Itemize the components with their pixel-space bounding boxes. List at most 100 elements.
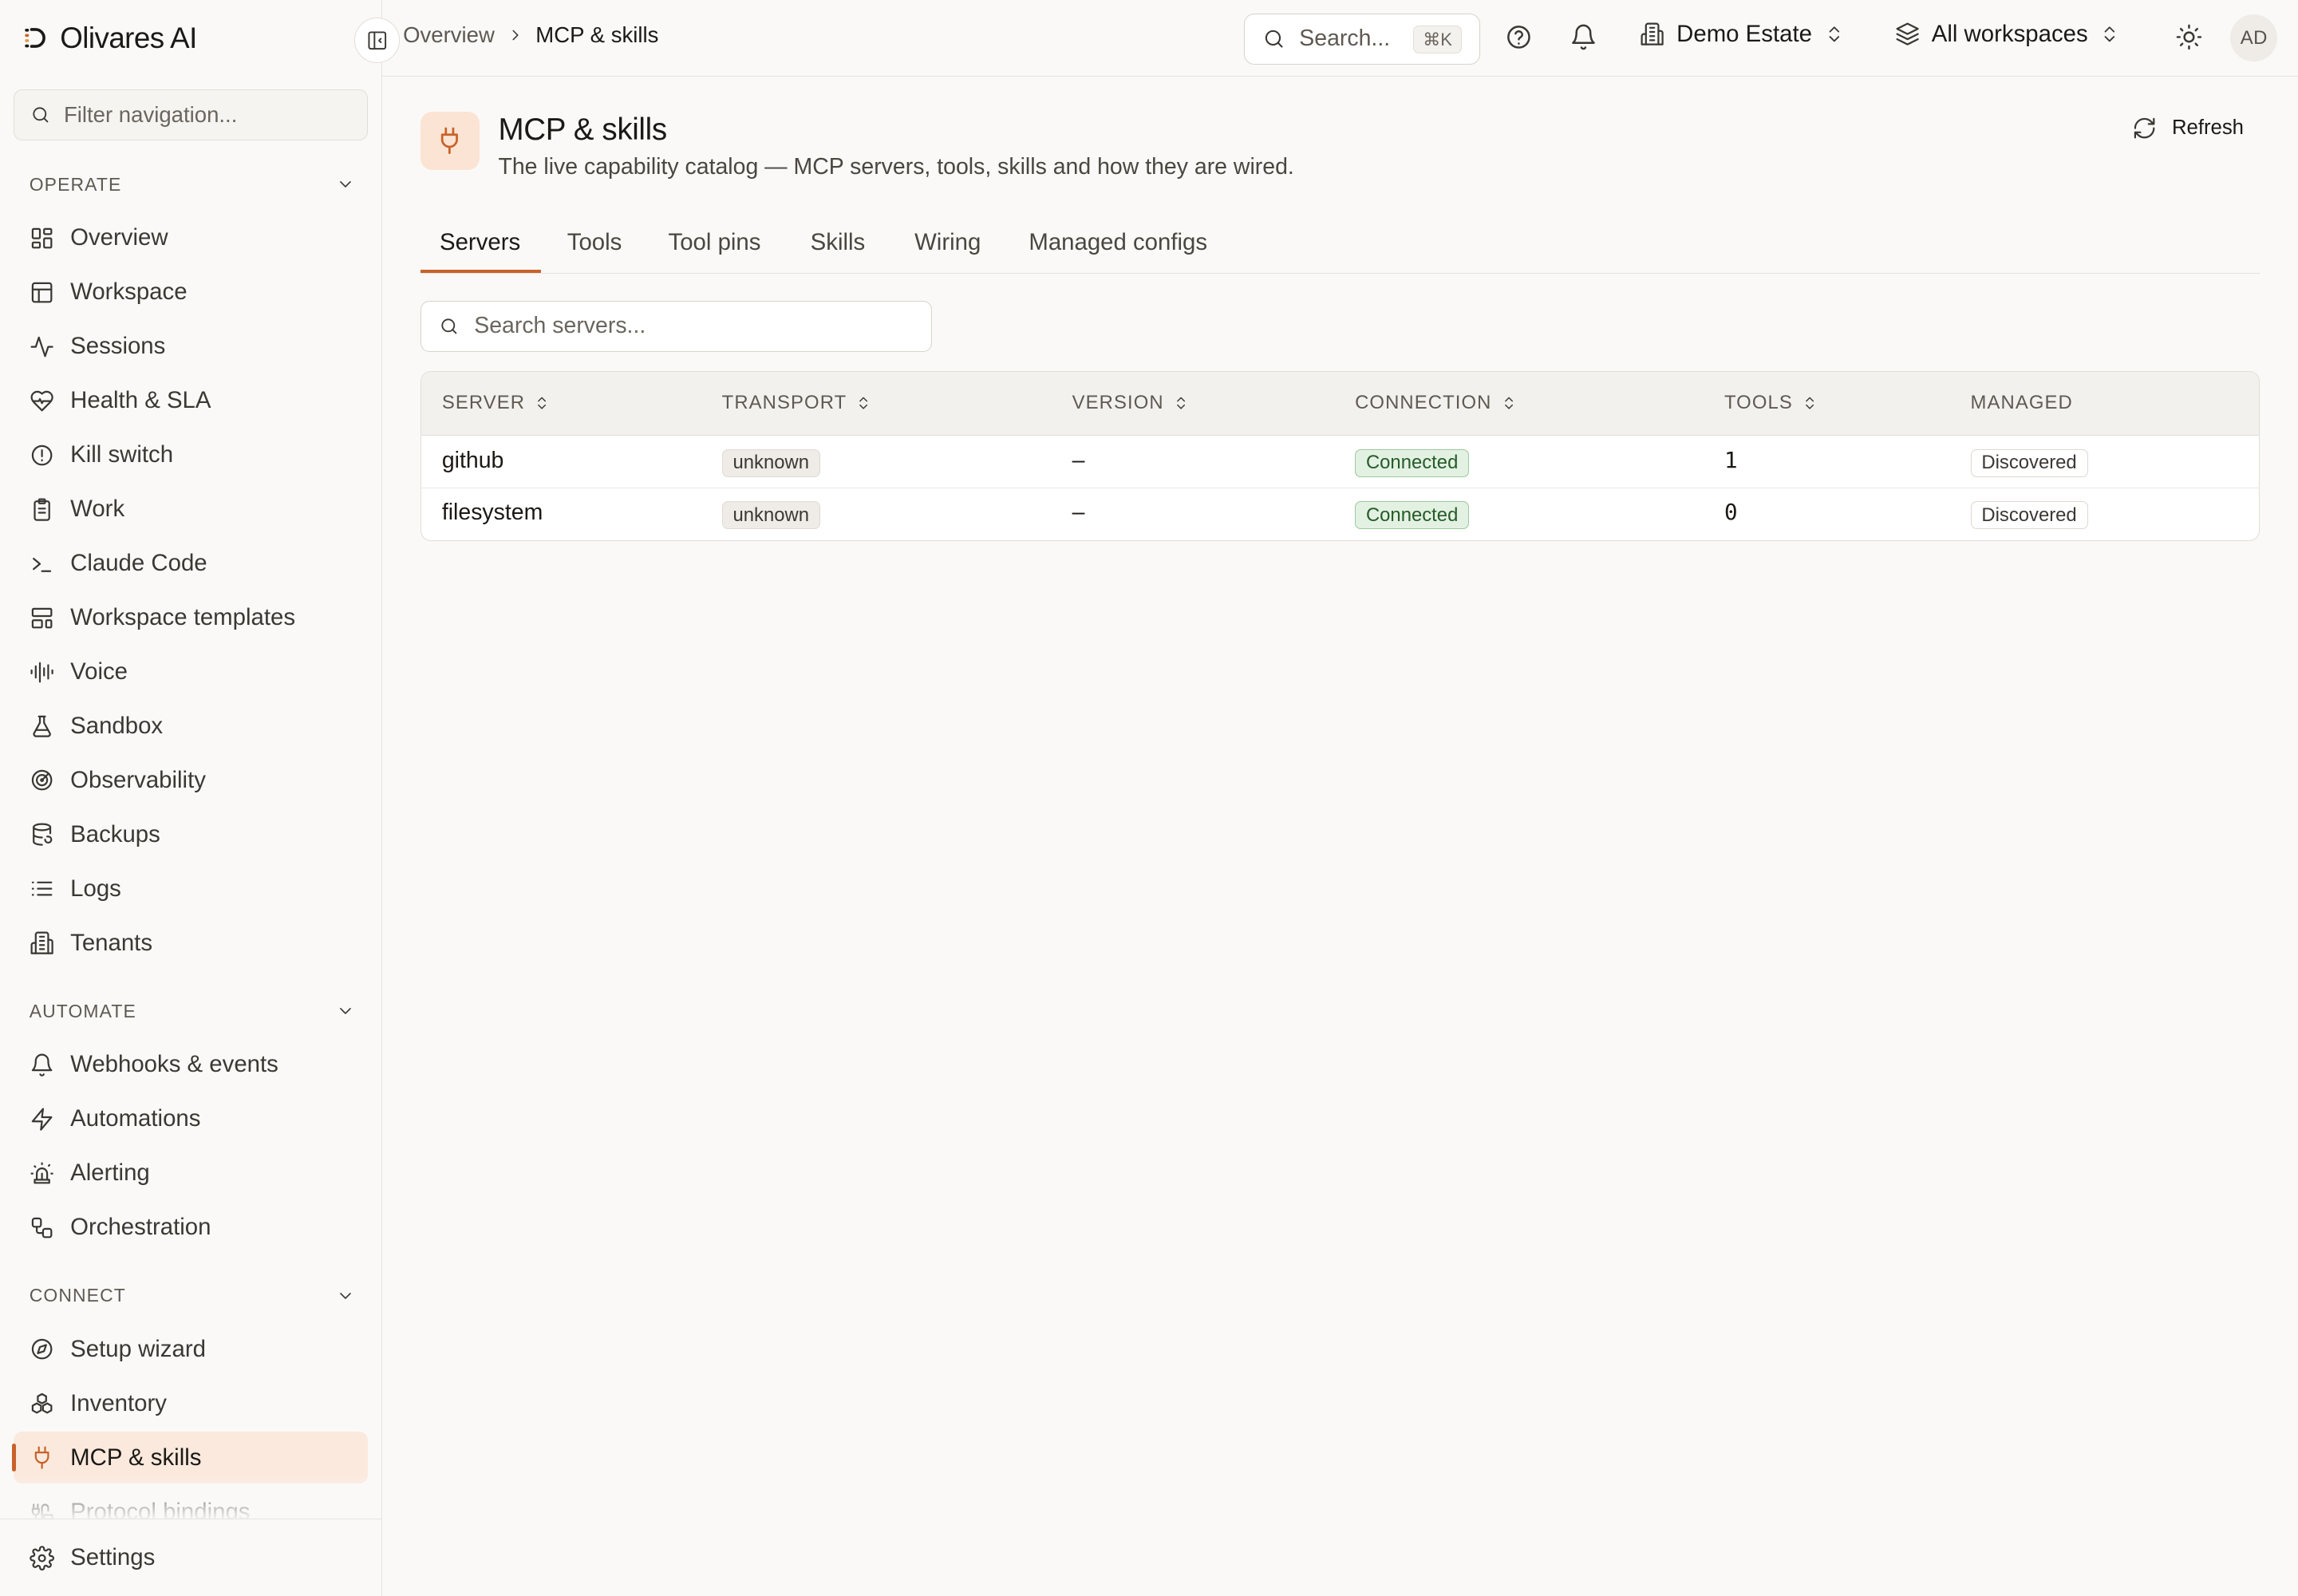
refresh-button[interactable]: Refresh [2132, 116, 2244, 140]
nav-item-automations[interactable]: Automations [14, 1093, 368, 1144]
compass-icon [30, 1337, 54, 1361]
alert-circle-icon [30, 443, 54, 468]
column-label: CONNECTION [1355, 392, 1492, 414]
nav-item-workspace[interactable]: Workspace [14, 267, 368, 318]
avatar[interactable]: AD [2230, 14, 2278, 62]
tab-bar: Servers Tools Tool pins Skills Wiring Ma… [421, 215, 2260, 275]
column-connection[interactable]: CONNECTION [1355, 392, 1517, 414]
cable-icon [30, 1499, 54, 1519]
chevron-down-icon [336, 175, 355, 194]
nav-item-tenants[interactable]: Tenants [14, 918, 368, 969]
server-name[interactable]: github [442, 448, 504, 474]
table-row[interactable]: filesystem unknown – Connected 0 Discove… [421, 487, 2260, 539]
boxes-icon [30, 1391, 54, 1416]
nav-item-label: Protocol bindings [70, 1498, 251, 1519]
nav-scroll-area[interactable]: OPERATE Overview Workspace Sessions Heal… [0, 156, 381, 1519]
managed-badge: Discovered [1970, 501, 2088, 530]
tab-tool-pins[interactable]: Tool pins [669, 229, 761, 275]
nav-item-webhooks-events[interactable]: Webhooks & events [14, 1039, 368, 1090]
sidebar: Olivares AI OPERATE Overview Workspace S… [0, 0, 383, 1596]
nav-item-sandbox[interactable]: Sandbox [14, 701, 368, 752]
nav-item-label: Tenants [70, 929, 153, 956]
nav-item-label: Workspace [70, 279, 188, 306]
nav-item-workspace-templates[interactable]: Workspace templates [14, 592, 368, 643]
nav-item-mcp-skills[interactable]: MCP & skills [11, 1432, 368, 1483]
gear-icon [29, 1546, 54, 1570]
nav-item-work[interactable]: Work [14, 484, 368, 535]
global-search-button[interactable]: Search... ⌘K [1244, 13, 1481, 65]
brand[interactable]: Olivares AI [22, 19, 197, 57]
column-label: TOOLS [1724, 392, 1793, 414]
nav-item-kill-switch[interactable]: Kill switch [14, 429, 368, 480]
section-automate[interactable]: AUTOMATE [30, 997, 355, 1026]
nav-item-protocol-bindings[interactable]: Protocol bindings [14, 1486, 368, 1519]
nav-item-setup-wizard[interactable]: Setup wizard [14, 1324, 368, 1375]
nav-item-logs[interactable]: Logs [14, 863, 368, 915]
estate-name: Demo Estate [1676, 20, 1812, 47]
nav-item-label: Sandbox [70, 713, 164, 740]
filter-navigation[interactable] [13, 89, 368, 141]
tab-skills[interactable]: Skills [811, 229, 866, 275]
logo-icon [22, 25, 49, 51]
workspace-name: All workspaces [1931, 20, 2088, 47]
theme-sun-icon[interactable] [2175, 23, 2203, 51]
nav-item-overview[interactable]: Overview [14, 212, 368, 263]
sort-icon [534, 395, 550, 411]
workflow-icon [30, 1215, 54, 1240]
search-shortcut: ⌘K [1413, 26, 1463, 54]
column-server[interactable]: SERVER [442, 392, 551, 414]
server-name[interactable]: filesystem [442, 500, 543, 526]
nav-item-label: Alerting [70, 1159, 150, 1187]
nav-item-orchestration[interactable]: Orchestration [14, 1202, 368, 1253]
table-header: SERVER TRANSPORT VERSION CONNECTION TOOL… [421, 371, 2260, 437]
chevron-down-icon [336, 1001, 355, 1021]
search-label: Search... [1299, 26, 1391, 52]
column-label: SERVER [441, 392, 526, 414]
nav-item-observability[interactable]: Observability [14, 755, 368, 806]
section-operate[interactable]: OPERATE [30, 170, 355, 200]
nav-item-health-sla[interactable]: Health & SLA [14, 375, 368, 426]
workspace-selector[interactable]: All workspaces [1895, 21, 2120, 48]
database-backup-icon [30, 822, 54, 847]
column-label: TRANSPORT [721, 392, 847, 414]
tab-tools[interactable]: Tools [567, 229, 622, 275]
layout-icon [30, 280, 54, 305]
section-title: OPERATE [29, 173, 122, 195]
tab-servers[interactable]: Servers [440, 229, 520, 275]
tab-wiring[interactable]: Wiring [914, 229, 981, 275]
clipboard-icon [30, 497, 54, 522]
nav-item-voice[interactable]: Voice [14, 646, 368, 697]
server-search-input[interactable] [474, 313, 914, 340]
sort-icon [1173, 395, 1189, 411]
table-row[interactable]: github unknown – Connected 1 Discovered [421, 436, 2259, 487]
nav-item-settings[interactable]: Settings [14, 1532, 368, 1583]
filter-navigation-input[interactable] [63, 102, 342, 128]
section-connect[interactable]: CONNECT [30, 1281, 355, 1310]
notifications-bell-icon[interactable] [1570, 23, 1597, 51]
nav-item-label: Overview [70, 224, 168, 251]
servers-table: SERVER TRANSPORT VERSION CONNECTION TOOL… [421, 370, 2260, 541]
estate-selector[interactable]: Demo Estate [1640, 21, 1844, 48]
nav-item-alerting[interactable]: Alerting [14, 1148, 368, 1199]
building-icon [30, 930, 54, 955]
nav-item-label: MCP & skills [70, 1444, 202, 1471]
collapse-sidebar-button[interactable] [354, 18, 401, 63]
breadcrumb-overview[interactable]: Overview [403, 22, 495, 48]
column-transport[interactable]: TRANSPORT [722, 392, 872, 414]
terminal-icon [30, 551, 54, 576]
zap-icon [30, 1107, 54, 1132]
column-tools[interactable]: TOOLS [1724, 392, 1818, 414]
nav-item-label: Work [70, 496, 125, 523]
tab-managed-configs[interactable]: Managed configs [1029, 229, 1207, 275]
audio-lines-icon [30, 660, 54, 685]
nav-item-sessions[interactable]: Sessions [14, 321, 368, 372]
column-version[interactable]: VERSION [1072, 392, 1189, 414]
nav-item-backups[interactable]: Backups [14, 809, 368, 860]
tools-count: 1 [1724, 448, 1738, 474]
help-icon[interactable] [1505, 23, 1533, 51]
nav-item-claude-code[interactable]: Claude Code [14, 538, 368, 589]
transport-badge: unknown [721, 449, 820, 477]
server-search[interactable] [421, 300, 933, 352]
nav-item-inventory[interactable]: Inventory [14, 1377, 368, 1428]
layers-icon [1895, 22, 1920, 46]
